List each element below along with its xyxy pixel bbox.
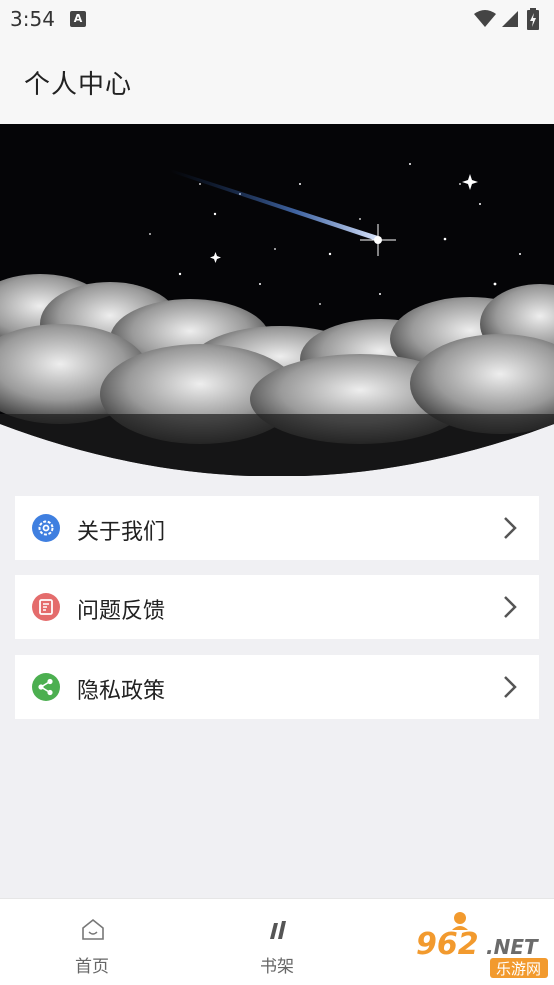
signal-icon — [502, 11, 518, 27]
settings-gear-icon — [32, 514, 60, 542]
chevron-right-icon — [504, 596, 517, 618]
feedback-edit-icon — [32, 593, 60, 621]
tab-bookshelf[interactable]: 书架 — [185, 899, 369, 985]
share-icon — [32, 673, 60, 701]
menu-item-label: 问题反馈 — [77, 599, 166, 624]
a-letter-icon: A — [70, 11, 86, 27]
tab-label: 书架 — [260, 957, 294, 977]
menu-item-feedback[interactable]: 问题反馈 — [15, 575, 539, 639]
status-bar: 3:54 A — [0, 0, 554, 38]
page-title: 个人中心 — [24, 70, 133, 100]
chevron-right-icon — [504, 676, 517, 698]
menu-item-label: 隐私政策 — [77, 679, 166, 704]
svg-text:乐游网: 乐游网 — [496, 960, 541, 978]
svg-text:962: 962 — [416, 927, 479, 962]
hero-banner-image — [0, 124, 554, 476]
battery-charging-icon — [527, 8, 539, 30]
watermark-logo: 962 .NET 乐游网 — [416, 912, 548, 978]
home-icon — [82, 918, 104, 940]
chevron-right-icon — [504, 517, 517, 539]
tab-home[interactable]: 首页 — [0, 899, 184, 985]
menu-item-label: 关于我们 — [77, 520, 166, 545]
menu-item-privacy-policy[interactable]: 隐私政策 — [15, 655, 539, 719]
tab-label: 首页 — [75, 957, 109, 977]
bookshelf-icon — [270, 921, 286, 939]
status-time: 3:54 — [10, 7, 55, 31]
menu-item-about-us[interactable]: 关于我们 — [15, 496, 539, 560]
app-bar: 个人中心 — [0, 38, 554, 124]
wifi-icon — [474, 10, 496, 27]
svg-text:.NET: .NET — [486, 935, 539, 959]
